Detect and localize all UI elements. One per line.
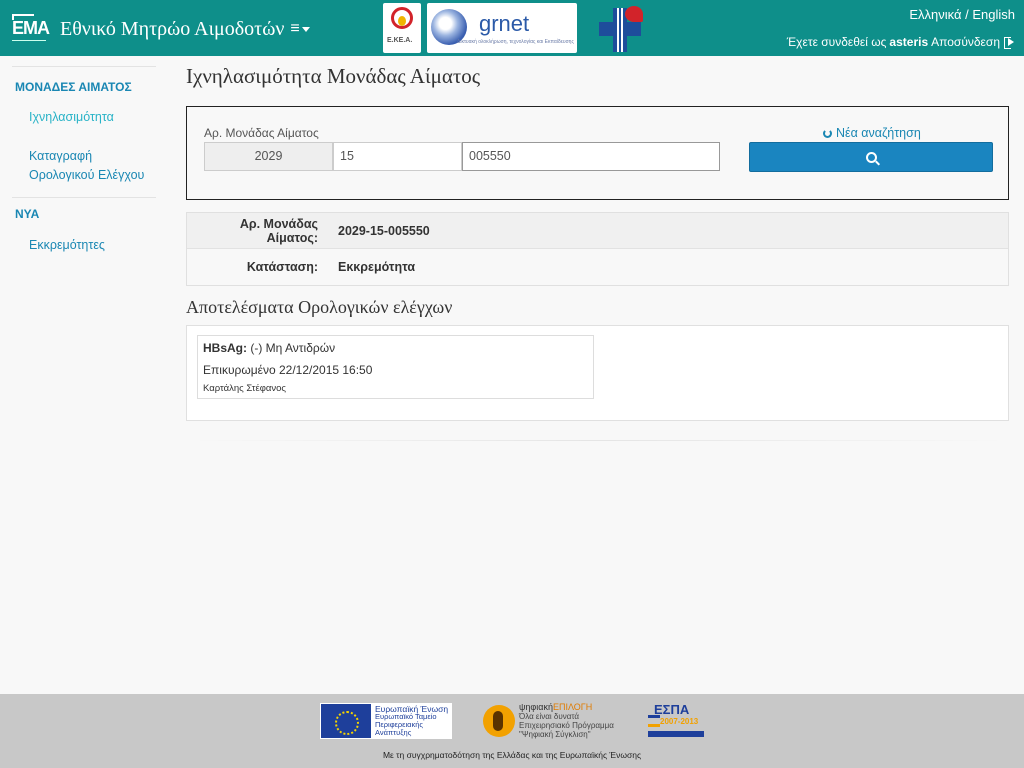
logout-link[interactable]: Αποσύνδεση <box>931 35 1000 49</box>
digital-convergence-icon <box>483 705 515 737</box>
menu-dropdown-toggle[interactable]: ≡ <box>290 20 310 38</box>
validated-by: Καρτάλης Στέφανος <box>203 383 287 394</box>
validation-status: Επικυρωμένο 22/12/2015 16:50 <box>203 363 373 377</box>
digital-convergence-logo: ψηφιακήΕΠΙΛΟΓΗ Όλα είναι δυνατά Επιχειρη… <box>483 703 617 739</box>
app-title[interactable]: Εθνικό Μητρώο Αιμοδοτών <box>60 18 284 41</box>
sidebar-item-label: Ορολογικού Ελέγχου <box>29 168 145 182</box>
caret-down-icon <box>301 26 310 32</box>
ema-logo-icon: EMA <box>12 12 50 46</box>
grnet-logo: grnet Δικτυακή ολοκλήρωση, τεχνολογίας κ… <box>427 3 577 53</box>
serology-results-panel: HBsAg: (-) Μη Αντιδρών Επικυρωμένο 22/12… <box>186 325 1009 421</box>
status-key: Κατάσταση: <box>246 260 318 274</box>
page-title: Ιχνηλασιμότητα Μονάδας Αίματος <box>186 64 481 88</box>
sidebar-item-serology-record[interactable]: Καταγραφή Ορολογικού Ελέγχου <box>0 147 170 185</box>
user-status: Έχετε συνδεθεί ως asteris Αποσύνδεση <box>787 35 1015 49</box>
language-english-link[interactable]: English <box>972 7 1015 22</box>
status-value: Εκκρεμότητα <box>338 260 416 274</box>
nav-divider <box>12 197 156 198</box>
eu-flag-icon <box>321 704 371 738</box>
hamburger-icon: ≡ <box>290 20 300 37</box>
footer-cofunding-text: Με τη συγχρηματοδότηση της Ελλάδας και τ… <box>382 750 642 760</box>
result-card: HBsAg: (-) Μη Αντιδρών Επικυρωμένο 22/12… <box>197 335 594 399</box>
unit-number-value: 2029-15-005550 <box>338 223 430 238</box>
search-icon <box>865 151 877 163</box>
unit-info-table: Αρ. Μονάδας Αίματος: 2029-15-005550 Κατά… <box>186 212 1009 286</box>
language-separator: / <box>961 7 973 22</box>
language-greek-link[interactable]: Ελληνικά <box>909 7 961 22</box>
blood-unit-number-label: Αρ. Μονάδας Αίματος <box>204 126 319 140</box>
sidebar-section-blood-units: ΜΟΝΑΔΕΣ ΑΙΜΑΤΟΣ <box>15 80 132 94</box>
table-row: Κατάσταση: Εκκρεμότητα <box>187 249 1008 285</box>
username: asteris <box>889 35 929 49</box>
nav-divider <box>12 56 156 67</box>
serology-results-title: Αποτελέσματα Ορολογικών ελέγχων <box>186 297 453 317</box>
logout-icon[interactable] <box>1004 37 1015 49</box>
year-field: 2029 <box>204 142 333 171</box>
eu-text: Ευρωπαϊκή Ένωση Ευρωπαϊκό Ταμείο Περιφερ… <box>375 704 449 737</box>
heart-icon <box>391 7 413 29</box>
ekea-logo: Ε.ΚΕ.Α. <box>383 3 421 53</box>
sidebar-item-traceability[interactable]: Ιχνηλασιμότητα <box>0 108 170 127</box>
medical-cross-logo-icon <box>599 4 645 52</box>
test-name: HBsAg: <box>203 341 247 355</box>
espa-waves-icon <box>648 715 660 727</box>
top-navbar: EMA Εθνικό Μητρώο Αιμοδοτών ≡ Ε.ΚΕ.Α. gr… <box>0 0 1024 56</box>
logged-in-label: Έχετε συνδεθεί ως <box>786 35 887 49</box>
eu-logo: Ευρωπαϊκή Ένωση Ευρωπαϊκό Ταμείο Περιφερ… <box>320 703 452 739</box>
sidebar-section-new: ΝΥΑ <box>15 207 40 221</box>
new-search-label: Νέα αναζήτηση <box>836 126 921 140</box>
serial-number-input[interactable]: 005550 <box>462 142 720 171</box>
partner-logos: Ε.ΚΕ.Α. grnet Δικτυακή ολοκλήρωση, τεχνο… <box>383 2 645 54</box>
sidebar: ΜΟΝΑΔΕΣ ΑΙΜΑΤΟΣ Ιχνηλασιμότητα Καταγραφή… <box>0 56 170 255</box>
unit-number-key: Αρ. Μονάδας Αίματος: <box>239 216 318 245</box>
table-row: Αρ. Μονάδας Αίματος: 2029-15-005550 <box>187 213 1008 249</box>
digital-convergence-text: ψηφιακήΕΠΙΛΟΓΗ Όλα είναι δυνατά Επιχειρη… <box>519 702 614 740</box>
sidebar-item-pending[interactable]: Εκκρεμότητες <box>0 236 170 255</box>
result-test-line: HBsAg: (-) Μη Αντιδρών <box>203 341 588 355</box>
espa-logo: ΕΣΠΑ 2007-2013 <box>646 702 706 739</box>
language-switcher: Ελληνικά / English <box>909 7 1015 22</box>
content-divider <box>186 440 1009 441</box>
refresh-icon <box>823 128 832 138</box>
sidebar-item-label: Καταγραφή <box>29 149 93 163</box>
search-panel: Αρ. Μονάδας Αίματος 2029 15 005550 Νέα α… <box>186 106 1009 200</box>
test-value: (-) Μη Αντιδρών <box>250 341 336 355</box>
search-button[interactable] <box>749 142 993 172</box>
brand[interactable]: EMA Εθνικό Μητρώο Αιμοδοτών ≡ <box>12 12 310 46</box>
center-code-input[interactable]: 15 <box>333 142 462 171</box>
new-search-link[interactable]: Νέα αναζήτηση <box>823 126 921 140</box>
